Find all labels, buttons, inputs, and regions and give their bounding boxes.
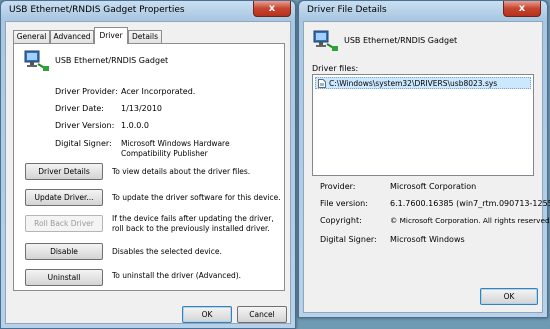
close-button[interactable]: x — [253, 1, 291, 17]
list-item[interactable]: C:\Windows\system32\DRIVERS\usb8023.sys — [315, 77, 531, 89]
title-bar[interactable]: Driver File Details x — [299, 1, 547, 21]
uninstall-button[interactable]: Uninstall — [25, 269, 103, 286]
uninstall-desc: To uninstall the driver (Advanced). — [112, 271, 242, 280]
provider-value: Microsoft Corporation — [390, 182, 477, 191]
tab-advanced[interactable]: Advanced — [50, 30, 94, 43]
driver-provider-value: Acer Incorporated. — [121, 87, 196, 96]
driver-version-label: Driver Version: — [55, 121, 115, 130]
driver-provider-label: Driver Provider: — [55, 87, 118, 96]
roll-back-driver-button[interactable]: Roll Back Driver — [25, 215, 103, 232]
tab-driver[interactable]: Driver — [94, 27, 128, 44]
copyright-value: © Microsoft Corporation. All rights rese… — [390, 216, 550, 225]
device-properties-window: USB Ethernet/RNDIS Gadget Properties x G… — [0, 0, 296, 329]
driver-date-label: Driver Date: — [55, 104, 104, 113]
file-icon — [318, 79, 326, 88]
window-body: General Advanced Driver Details USB Ethe… — [5, 21, 291, 324]
network-adapter-icon — [313, 30, 338, 51]
window-body: USB Ethernet/RNDIS Gadget Driver files: … — [303, 21, 550, 313]
driver-files-label: Driver files: — [312, 64, 359, 73]
network-adapter-icon — [24, 50, 49, 71]
copyright-label: Copyright: — [320, 216, 362, 225]
driver-file-details-window: Driver File Details x USB Ethernet/RNDIS… — [298, 0, 550, 318]
digital-signer-label: Digital Signer: — [320, 235, 377, 244]
update-driver-button[interactable]: Update Driver... — [25, 189, 103, 206]
device-name: USB Ethernet/RNDIS Gadget — [55, 56, 169, 65]
file-version-label: File version: — [320, 199, 368, 208]
tab-general[interactable]: General — [13, 30, 50, 43]
window-title: USB Ethernet/RNDIS Gadget Properties — [9, 5, 185, 15]
digital-signer-label: Digital Signer: — [55, 139, 112, 148]
provider-label: Provider: — [320, 182, 356, 191]
ok-button[interactable]: OK — [480, 288, 538, 305]
device-name: USB Ethernet/RNDIS Gadget — [344, 36, 458, 45]
driver-version-value: 1.0.0.0 — [121, 121, 149, 130]
file-version-value: 6.1.7600.16385 (win7_rtm.090713-1255) — [390, 199, 550, 208]
driver-details-button[interactable]: Driver Details — [25, 163, 103, 180]
update-driver-desc: To update the driver software for this d… — [112, 193, 281, 202]
ok-button[interactable]: OK — [182, 306, 232, 323]
driver-files-list[interactable]: C:\Windows\system32\DRIVERS\usb8023.sys — [312, 74, 534, 176]
driver-date-value: 1/13/2010 — [121, 104, 163, 113]
close-button[interactable]: x — [503, 1, 541, 17]
driver-tab-panel: USB Ethernet/RNDIS Gadget Driver Provide… — [13, 43, 285, 291]
driver-details-desc: To view details about the driver files. — [112, 167, 251, 176]
window-title: Driver File Details — [307, 5, 387, 15]
tab-details[interactable]: Details — [128, 30, 162, 43]
disable-desc: Disables the selected device. — [112, 247, 222, 256]
cancel-button[interactable]: Cancel — [237, 306, 287, 323]
roll-back-driver-desc: If the device fails after updating the d… — [112, 214, 274, 233]
title-bar[interactable]: USB Ethernet/RNDIS Gadget Properties x — [1, 1, 295, 21]
disable-button[interactable]: Disable — [25, 243, 103, 260]
digital-signer-value: Microsoft Windows — [390, 235, 465, 244]
driver-file-path: C:\Windows\system32\DRIVERS\usb8023.sys — [329, 79, 498, 88]
digital-signer-value: Microsoft Windows Hardware Compatibility… — [121, 139, 230, 158]
